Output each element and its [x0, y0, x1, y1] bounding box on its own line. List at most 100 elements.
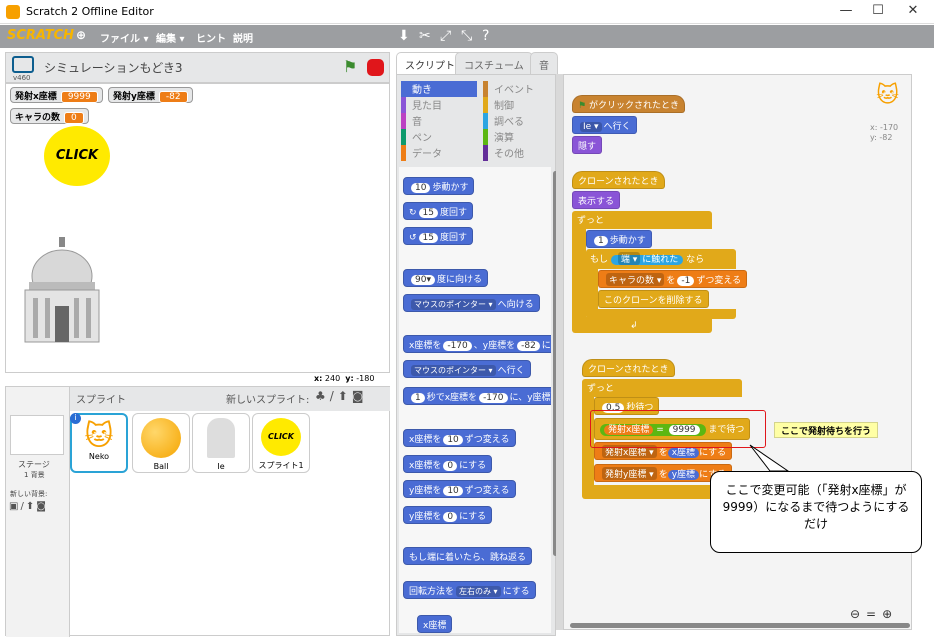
sprite-ball[interactable]: Ball	[132, 413, 190, 473]
ball-icon	[141, 418, 181, 458]
block-move[interactable]: 10 歩動かす	[403, 177, 475, 195]
block-glide[interactable]: 1秒でx座標を-170に、y座標を	[403, 387, 551, 405]
block-list: 10 歩動かす ↻ 15 度回す ↺ 15 度回す 90▾ 度に向ける マウスのポインター …	[399, 167, 551, 633]
info-icon[interactable]: i	[70, 413, 81, 424]
version-label: v460	[13, 74, 31, 82]
tab-sounds[interactable]: 音	[530, 52, 558, 74]
cut-icon[interactable]: ✂	[419, 28, 431, 44]
sprite-header: スプライト 新しいスプライト: ♣/⬆◙	[70, 387, 390, 411]
duplicate-stamp-icon[interactable]: ⬇	[398, 28, 410, 44]
app-icon	[6, 5, 20, 19]
category-pen[interactable]: ペン	[401, 129, 477, 145]
block-point-towards[interactable]: マウスのポインター ▾ へ向ける	[403, 294, 540, 312]
menu-edit[interactable]: 編集 ▾	[156, 30, 185, 45]
block-turn-right[interactable]: ↻ 15 度回す	[403, 202, 474, 220]
callout-bubble: ここで変更可能（「発射x座標」が9999）になるまで待つようにするだけ	[710, 471, 922, 553]
block-turn-left[interactable]: ↺ 15 度回す	[403, 227, 474, 245]
tab-scripts[interactable]: スクリプト	[396, 52, 464, 74]
menu-hint[interactable]: ヒント	[196, 30, 226, 45]
block-change-x[interactable]: x座標を 10 ずつ変える	[403, 429, 516, 447]
monitor-char-count: キャラの数 0	[10, 108, 89, 124]
block-hide[interactable]: 隠す	[572, 136, 603, 154]
block-show[interactable]: 表示する	[572, 191, 621, 209]
block-set-x[interactable]: x座標を 0 にする	[403, 455, 493, 473]
category-sensing[interactable]: 調べる	[483, 113, 553, 129]
click-icon: CLICK	[261, 418, 301, 456]
stop-icon[interactable]	[367, 59, 384, 76]
category-data[interactable]: データ	[401, 145, 477, 161]
category-operators[interactable]: 演算	[483, 129, 553, 145]
help-icon[interactable]: ?	[482, 28, 489, 44]
green-flag-icon[interactable]: ⚑	[343, 57, 357, 76]
block-move-1[interactable]: 1 歩動かす	[586, 230, 652, 248]
backdrop-tools-icon[interactable]: ▣/⬆◙	[9, 501, 48, 512]
scratch-logo[interactable]: SCRATCH	[7, 28, 74, 43]
sprite-1[interactable]: CLICK スプライト1	[252, 413, 310, 473]
block-rotation-style[interactable]: 回転方法を 左右のみ ▾ にする	[403, 581, 536, 599]
hat-when-cloned-2[interactable]: クローンされたとき	[582, 359, 675, 377]
shrink-icon[interactable]: ⤡	[461, 28, 472, 44]
grow-icon[interactable]: ⤢	[440, 28, 451, 44]
stage[interactable]: 発射x座標 9999 発射y座標 -82 キャラの数 0 CLICK	[5, 83, 390, 373]
click-sprite[interactable]: CLICK	[44, 126, 110, 186]
category-list-right: イベント 制御 調べる 演算 その他	[483, 81, 553, 161]
block-set-y[interactable]: y座標を 0 にする	[403, 506, 493, 524]
sprite-pane: ステージ 1 背景 新しい背景: ▣/⬆◙ スプライト 新しいスプライト: ♣/…	[5, 386, 390, 637]
globe-icon[interactable]: ⊕	[76, 28, 86, 42]
block-delete-clone[interactable]: このクローンを削除する	[598, 290, 709, 308]
stage-coords: x: 240 y: -180	[314, 374, 375, 383]
category-events[interactable]: イベント	[483, 81, 553, 97]
stage-column: ステージ 1 背景 新しい背景: ▣/⬆◙	[6, 387, 70, 637]
menu-about[interactable]: 説明	[233, 30, 253, 45]
close-button[interactable]: ✕	[903, 3, 923, 21]
menu-file[interactable]: ファイル ▾	[100, 30, 149, 45]
sprite-neko[interactable]: i 🐱 Neko	[70, 413, 128, 473]
block-bounce[interactable]: もし端に着いたら、跳ね返る	[403, 547, 533, 565]
loop-arrow-icon: ↲	[630, 321, 638, 331]
window-title: Scratch 2 Offline Editor	[26, 5, 154, 18]
neko-icon: 🐱	[84, 419, 114, 452]
current-sprite-icon: 🐱	[876, 83, 899, 108]
script-area[interactable]: 🐱 x: -170 y: -82 ⚑ がクリックされたとき Ie ▾ へ行く 隠す …	[563, 74, 922, 630]
category-list-left: 動き 見た目 音 ペン データ	[401, 81, 477, 161]
stage-thumbnail[interactable]	[10, 415, 64, 455]
new-sprite-label: 新しいスプライト:	[226, 395, 310, 406]
category-sound[interactable]: 音	[401, 113, 477, 129]
building-sprite[interactable]	[21, 234, 103, 346]
block-point-direction[interactable]: 90▾ 度に向ける	[403, 269, 488, 287]
monitor-launch-x: 発射x座標 9999	[10, 87, 103, 103]
block-goto-xy[interactable]: x座標を-170、y座標を-82にす	[403, 335, 551, 353]
sprites-title: スプライト	[76, 395, 126, 406]
minimize-button[interactable]: —	[836, 3, 856, 21]
block-goto-ie[interactable]: Ie ▾ へ行く	[572, 116, 637, 134]
callout-tail	[749, 444, 790, 472]
new-sprite-tools-icon[interactable]: ♣/⬆◙	[315, 389, 368, 403]
zoom-controls[interactable]: ⊖=⊕	[850, 607, 898, 621]
comment-note[interactable]: ここで発射待ちを行う	[774, 422, 879, 438]
stage-label: ステージ	[18, 460, 50, 469]
pane-divider[interactable]	[556, 74, 563, 630]
category-motion[interactable]: 動き	[401, 81, 477, 97]
category-control[interactable]: 制御	[483, 97, 553, 113]
maximize-button[interactable]: ☐	[868, 3, 888, 21]
stage-header: v460 シミュレーションもどき3 ⚑	[5, 52, 390, 83]
category-looks[interactable]: 見た目	[401, 97, 477, 113]
new-backdrop-label: 新しい背景:	[10, 490, 48, 498]
hat-when-cloned-1[interactable]: クローンされたとき	[572, 171, 665, 189]
hat-green-flag[interactable]: ⚑ がクリックされたとき	[572, 95, 685, 113]
script-area-hscroll[interactable]	[570, 623, 910, 628]
block-palette: 動き 見た目 音 ペン データ イベント 制御 調べる 演算 その他 10 歩動か…	[396, 74, 558, 636]
block-x-position[interactable]: x座標	[417, 615, 453, 633]
sprite-xy-readout: x: -170 y: -82	[870, 123, 899, 142]
tab-costumes[interactable]: コスチューム	[455, 52, 533, 74]
category-more[interactable]: その他	[483, 145, 553, 161]
sprite-ie[interactable]: Ie	[192, 413, 250, 473]
block-change-char-count[interactable]: キャラの数 ▾ を -1 ずつ変える	[598, 270, 748, 288]
building-icon	[207, 418, 235, 458]
stage-bg-count: 1 背景	[24, 471, 45, 479]
fullscreen-icon[interactable]	[12, 56, 34, 73]
block-change-y[interactable]: y座標を 10 ずつ変える	[403, 480, 516, 498]
project-title[interactable]: シミュレーションもどき3	[44, 59, 183, 76]
block-goto[interactable]: マウスのポインター ▾ へ行く	[403, 360, 531, 378]
title-bar: Scratch 2 Offline Editor — ☐ ✕	[0, 0, 934, 24]
